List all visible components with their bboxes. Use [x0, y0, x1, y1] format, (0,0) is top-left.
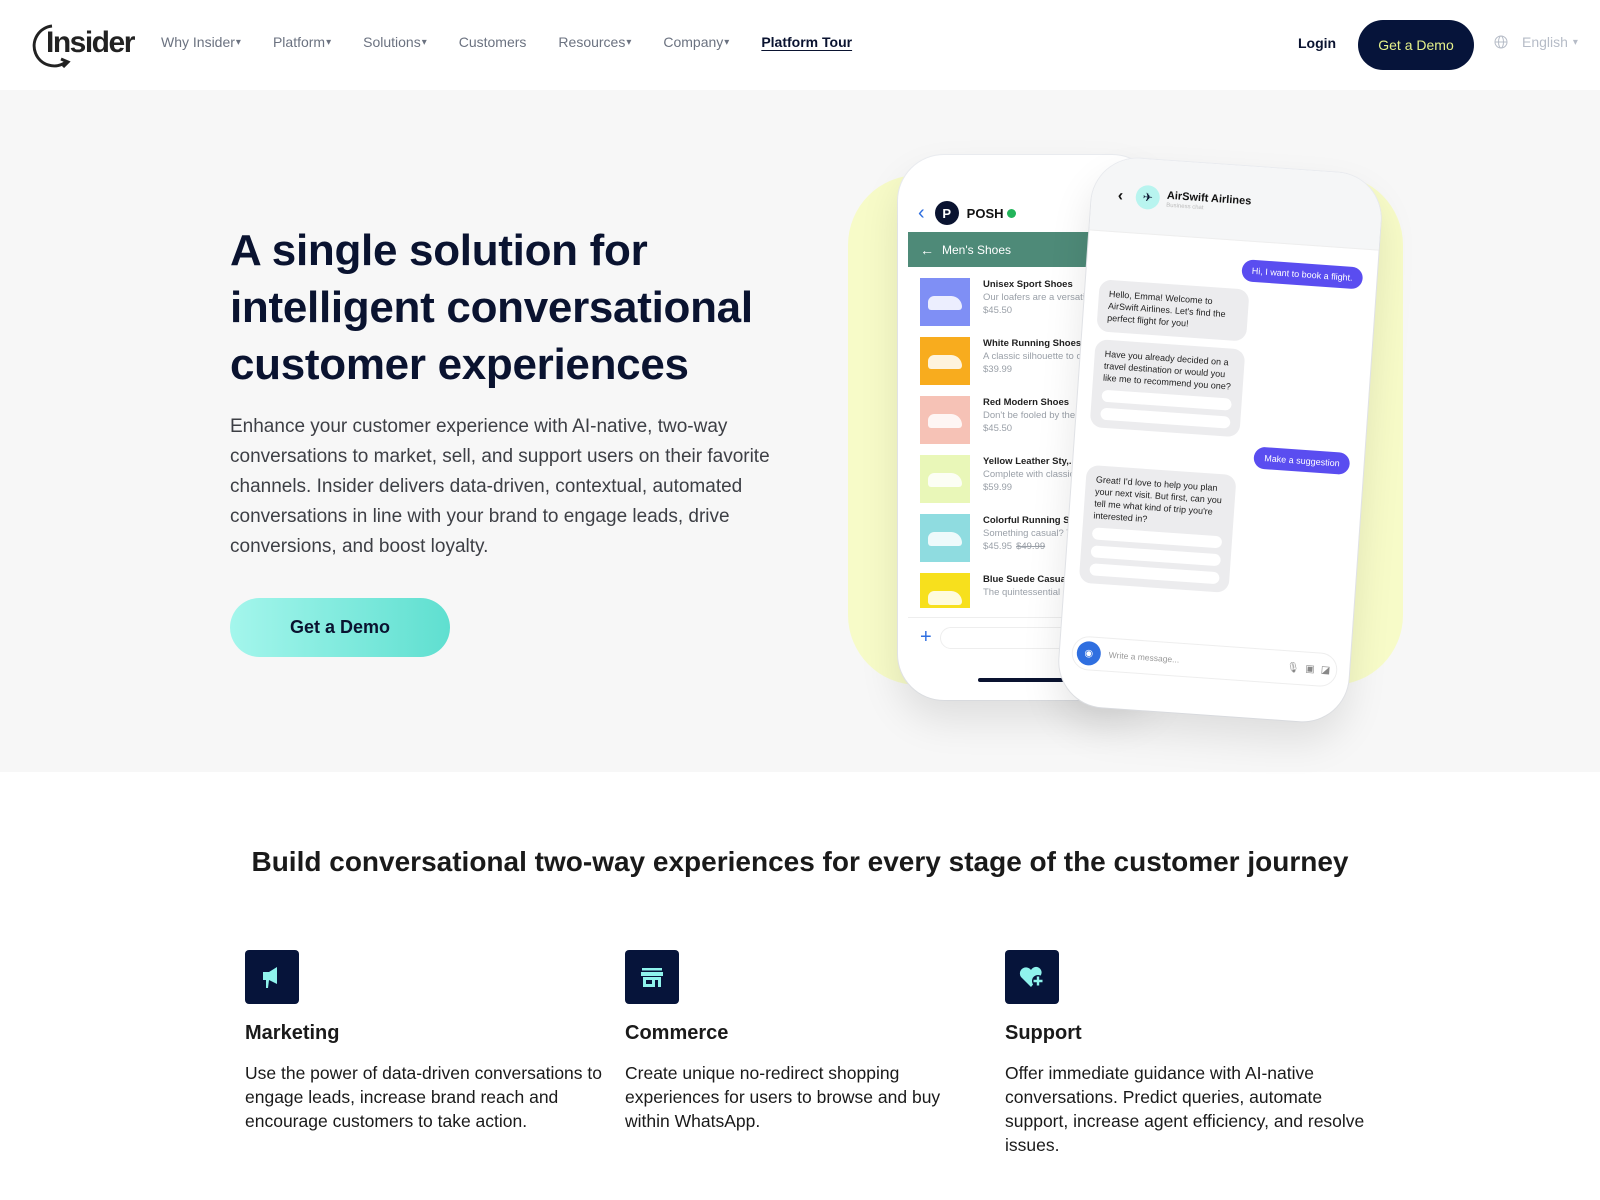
chat-contact-subtitle: Business chat [1166, 202, 1204, 212]
quick-reply-button [1100, 407, 1231, 429]
globe-icon [1494, 35, 1508, 49]
nav-label: Solutions [363, 34, 421, 50]
caret-down-icon: ▾ [724, 36, 730, 48]
quick-reply-button [1090, 545, 1222, 567]
product-image [920, 337, 970, 385]
hero-title: A single solution for intelligent conver… [230, 226, 753, 389]
back-icon: ‹ [918, 201, 925, 224]
product-image [920, 514, 970, 562]
quick-reply-button [1089, 563, 1220, 585]
arrow-left-icon: ← [920, 241, 934, 258]
hero-section: A single solution for intelligent conver… [0, 90, 1600, 772]
feature-description: Offer immediate guidance with AI-native … [1005, 1063, 1365, 1155]
plus-icon: + [920, 626, 932, 648]
heart-plus-glyph [1019, 966, 1044, 987]
megaphone-glyph [263, 967, 277, 988]
caret-down-icon: ▾ [1572, 36, 1578, 48]
feature-description: Use the power of data-driven conversatio… [245, 1063, 602, 1131]
chat-message-input: Write a message... [1108, 649, 1180, 665]
nav-platform[interactable]: Platform ▾ [273, 34, 331, 50]
megaphone-icon [245, 950, 299, 1004]
caret-down-icon: ▾ [326, 36, 332, 48]
price-original: $49.99 [1016, 541, 1046, 552]
product-image [920, 455, 970, 503]
feature-description: Create unique no-redirect shopping exper… [625, 1063, 941, 1131]
product-image [920, 396, 970, 444]
shop-avatar: P [934, 201, 959, 225]
main-menu: Why Insider ▾ Platform ▾ Solutions ▾ Custom… [161, 34, 884, 50]
language-label: English [1522, 34, 1568, 50]
top-navigation: Insider Why Insider ▾ Platform ▾ Solutions… [0, 0, 1600, 90]
product-price: $45.50 [983, 304, 1093, 317]
hero-get-demo-button[interactable]: Get a Demo [230, 598, 450, 657]
feature-card-marketing: Marketing Use the power of data-driven c… [245, 950, 625, 1157]
quick-reply-button [1091, 527, 1223, 549]
logo-text: Insider [46, 26, 135, 59]
feature-card-commerce: Commerce Create unique no-redirect shopp… [625, 950, 1005, 1157]
nav-resources[interactable]: Resources ▾ [558, 34, 631, 50]
product-price: $39.99 [983, 363, 1093, 376]
image-icon: ▣ [1304, 663, 1316, 675]
nav-label: Company [663, 34, 724, 50]
nav-solutions[interactable]: Solutions ▾ [363, 34, 427, 50]
product-name: White Running Shoes [983, 338, 1082, 349]
hero-subtitle: Enhance your customer experience with AI… [230, 416, 770, 557]
chat-header: ‹ ✈ AirSwift Airlines Business chat [1089, 155, 1384, 251]
outgoing-message: Make a suggestion [1253, 446, 1351, 476]
features-title: Build conversational two-way experiences… [251, 846, 1349, 877]
storefront-icon [625, 950, 679, 1004]
product-description: A classic silhouette to co... [983, 351, 1093, 362]
nav-label: Resources [558, 34, 626, 50]
camera-icon: ◉ [1075, 640, 1102, 667]
outgoing-message: Hi, I want to book a flight. [1241, 259, 1364, 290]
nav-customers[interactable]: Customers [459, 34, 527, 50]
product-info: White Running Shoes A classic silhouette … [983, 337, 1093, 396]
heart-plus-icon [1005, 950, 1059, 1004]
feature-card-support: Support Offer immediate guidance with AI… [1005, 950, 1385, 1157]
language-selector[interactable]: English ▾ [1494, 34, 1578, 50]
price-current: $45.50 [983, 305, 1013, 316]
product-image [920, 573, 970, 608]
login-link[interactable]: Login [1298, 35, 1336, 51]
feature-title: Support [1005, 1022, 1082, 1044]
caret-down-icon: ▾ [421, 36, 427, 48]
verified-icon [1006, 208, 1016, 218]
incoming-message: Hello, Emma! Welcome to AirSwift Airline… [1096, 279, 1250, 342]
incoming-message: Have you already decided on a travel des… [1089, 339, 1246, 438]
phone-mockup-illustration: ▂▄▆ ‹ P POSH ← Men's Shoes Unisex Sport … [830, 145, 1410, 765]
nav-label: Platform [272, 34, 326, 50]
sticker-icon: ◪ [1320, 664, 1331, 676]
microphone-icon: 🎙 [1286, 661, 1300, 674]
price-current: $45.95 [983, 541, 1013, 552]
product-info: Unisex Sport Shoes Our loafers are a vers… [983, 278, 1093, 337]
feature-title: Marketing [245, 1022, 340, 1044]
back-icon: ‹ [1117, 187, 1124, 205]
nav-label: Customers [458, 34, 527, 50]
product-description: Our loafers are a versatile... [983, 292, 1093, 303]
product-image [920, 278, 970, 326]
feature-cards: Marketing Use the power of data-driven c… [245, 950, 1385, 1157]
price-current: $39.99 [983, 364, 1013, 375]
incoming-message: Great! I'd love to help you plan your ne… [1078, 464, 1237, 593]
nav-platform-tour[interactable]: Platform Tour [761, 34, 852, 50]
category-title: Men's Shoes [942, 242, 1011, 257]
nav-why-insider[interactable]: Why Insider ▾ [161, 34, 241, 50]
nav-label: Why Insider [161, 34, 235, 50]
quick-reply-button [1101, 389, 1232, 411]
nav-get-demo-button[interactable]: Get a Demo [1358, 20, 1474, 70]
caret-down-icon: ▾ [626, 36, 632, 48]
chat-compose-bar: ◉ Write a message... 🎙 ▣ ◪ [1070, 635, 1339, 688]
product-name: Unisex Sport Shoes [983, 279, 1073, 290]
chat-messages: Hi, I want to book a flight. Hello, Emma!… [1078, 241, 1364, 600]
insider-logo[interactable]: Insider [32, 22, 135, 68]
shop-name: POSH [966, 205, 1004, 221]
price-current: $59.99 [983, 482, 1013, 493]
feature-title: Commerce [625, 1022, 729, 1044]
price-current: $45.50 [983, 423, 1013, 434]
caret-down-icon: ▾ [235, 36, 241, 48]
airplane-icon: ✈ [1134, 184, 1161, 211]
storefront-glyph [641, 968, 663, 987]
nav-company[interactable]: Company ▾ [663, 34, 729, 50]
chat-phone: ‹ ✈ AirSwift Airlines Business chat Hi, … [1056, 155, 1384, 725]
